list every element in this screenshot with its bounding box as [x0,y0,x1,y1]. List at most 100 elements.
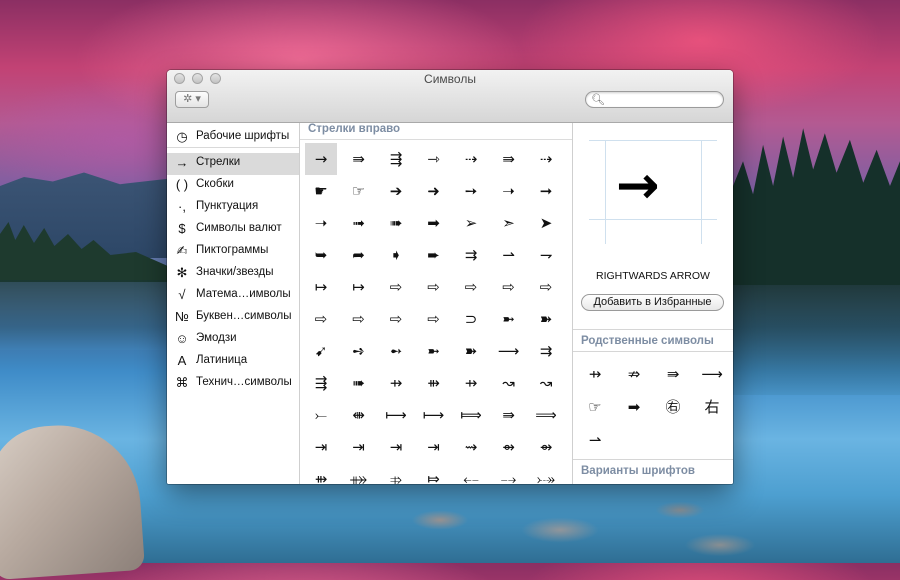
character-cell[interactable]: ⤁ [343,463,375,484]
character-cell[interactable]: ⇨ [380,271,412,303]
character-cell[interactable]: ⇴ [493,431,525,463]
character-cell[interactable]: ⤚ [305,399,337,431]
sidebar-item[interactable]: ☺ Эмодзи [167,329,299,351]
character-cell[interactable]: ⇶ [380,143,412,175]
character-cell[interactable]: ⇼ [343,399,375,431]
character-cell[interactable]: ⤍ [493,463,525,484]
character-cell[interactable]: ⇾ [418,143,450,175]
sidebar-item[interactable]: √ Матема…имволы [167,285,299,307]
character-cell[interactable]: ⇨ [418,303,450,335]
sidebar-item[interactable]: ⌘ Технич…символы [167,373,299,395]
character-cell[interactable]: ⇨ [493,271,525,303]
character-cell[interactable]: ☞ [343,175,375,207]
related-character[interactable]: ⇀ [575,425,615,455]
character-cell[interactable]: ➠ [380,207,412,239]
character-cell[interactable]: ⤃ [380,463,412,484]
character-cell[interactable]: ➽ [455,335,487,367]
character-cell[interactable]: ⇛ [493,399,525,431]
character-cell[interactable]: ↝ [493,367,525,399]
character-cell[interactable]: ⤇ [418,463,450,484]
sidebar-item[interactable]: A Латиница [167,351,299,373]
character-cell[interactable]: ➔ [380,175,412,207]
character-cell[interactable]: ⟾ [455,399,487,431]
character-cell[interactable]: ➺ [343,335,375,367]
character-cell[interactable]: ➝ [493,175,525,207]
related-character[interactable]: ⇸ [575,359,615,389]
character-cell[interactable]: ⇸ [380,367,412,399]
character-cell[interactable]: ➢ [455,207,487,239]
sidebar-item[interactable]: → Стрелки [167,153,299,175]
character-cell[interactable]: ➡ [418,207,450,239]
character-cell[interactable]: ➦ [343,239,375,271]
related-character[interactable]: ⇛ [653,359,693,389]
character-cell[interactable]: ⇨ [418,271,450,303]
character-cell[interactable]: ⇢ [530,143,562,175]
character-cell[interactable]: ⇝ [455,431,487,463]
related-character[interactable]: 右 [692,392,732,422]
character-cell[interactable]: ↦ [305,271,337,303]
character-cell[interactable]: ⇨ [343,303,375,335]
character-cell[interactable]: ➠ [343,367,375,399]
character-cell[interactable]: ➞ [530,175,562,207]
character-cell[interactable]: ⇥ [305,431,337,463]
character-cell[interactable]: ⇻ [418,367,450,399]
character-cell[interactable]: ➟ [343,207,375,239]
search-input[interactable] [604,92,716,107]
character-cell[interactable]: ⇛ [343,143,375,175]
character-cell[interactable]: ⇥ [343,431,375,463]
character-cell[interactable]: → [305,143,337,175]
character-cell[interactable]: ☛ [305,175,337,207]
character-cell[interactable]: ⟹ [530,399,562,431]
character-cell[interactable]: ⇨ [380,303,412,335]
sidebar-item[interactable]: ✍ Пиктограммы [167,241,299,263]
character-cell[interactable]: ⟶ [493,335,525,367]
search-field[interactable]: 🔍︎ [585,91,724,108]
sidebar-item[interactable]: № Буквен…символы [167,307,299,329]
add-to-favorites-button[interactable]: Добавить в Избранные [581,294,724,311]
character-cell[interactable]: ➙ [455,175,487,207]
related-character[interactable]: ㊨ [653,392,693,422]
character-cell[interactable]: ⤐ [530,463,562,484]
character-cell[interactable]: ⇢ [455,143,487,175]
character-cell[interactable]: ⇴ [530,431,562,463]
character-cell[interactable]: ⇨ [305,303,337,335]
character-cell[interactable]: ⇉ [530,335,562,367]
character-cell[interactable]: ➼ [493,303,525,335]
character-cell[interactable]: ⟼ [418,399,450,431]
character-cell[interactable]: ⇸ [455,367,487,399]
character-cell[interactable]: ⇨ [455,271,487,303]
character-cell[interactable]: ➨ [418,239,450,271]
character-cell[interactable]: ⊃ [455,303,487,335]
sidebar-item[interactable]: $ Символы валют [167,219,299,241]
related-character[interactable]: ⟶ [692,359,732,389]
character-cell[interactable]: ⇻ [305,463,337,484]
character-cell[interactable]: ➻ [380,335,412,367]
sidebar-item[interactable]: ✻ Значки/звезды [167,263,299,285]
sidebar-item[interactable]: ( ) Скобки [167,175,299,197]
character-cell[interactable]: ⇥ [380,431,412,463]
character-cell[interactable]: ➜ [418,175,450,207]
sidebar-item[interactable]: ·, Пунктуация [167,197,299,219]
character-cell[interactable]: ➽ [530,303,562,335]
character-cell[interactable]: ⇶ [305,367,337,399]
character-cell[interactable]: ➧ [380,239,412,271]
related-character[interactable]: ☞ [575,392,615,422]
sidebar-item[interactable]: ◷ Рабочие шрифты [167,127,299,149]
character-cell[interactable]: ➼ [418,335,450,367]
related-character[interactable]: ➡ [614,392,654,422]
character-cell[interactable]: ⇥ [418,431,450,463]
character-cell[interactable]: ➥ [305,239,337,271]
character-cell[interactable]: ⤌ [455,463,487,484]
character-cell[interactable]: ⇛ [493,143,525,175]
action-menu-button[interactable]: ✲ ▾ [175,91,209,108]
character-cell[interactable]: ⇨ [530,271,562,303]
character-cell[interactable]: ↦ [343,271,375,303]
character-cell[interactable]: ⇉ [455,239,487,271]
character-cell[interactable]: ➹ [305,335,337,367]
character-cell[interactable]: ➣ [493,207,525,239]
related-character[interactable]: ⇏ [614,359,654,389]
character-cell[interactable]: ⟼ [380,399,412,431]
character-cell[interactable]: ⇀ [493,239,525,271]
character-cell[interactable]: ⇁ [530,239,562,271]
character-cell[interactable]: ↝ [530,367,562,399]
